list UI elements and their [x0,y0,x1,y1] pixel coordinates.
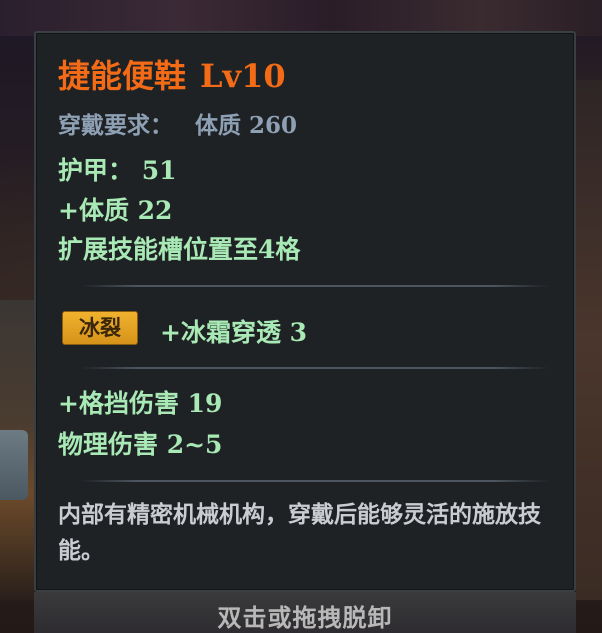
enchant-tag: 冰裂 [62,311,138,345]
item-description: 内部有精密机械机构，穿戴后能够灵活的施放技能。 [58,501,541,564]
requirement-label: 穿戴要求： [58,112,173,139]
requirement-value: 体质 260 [195,112,298,139]
stat-armor: 护甲： 51 [58,156,177,185]
item-name: 捷能便鞋 [58,57,187,95]
stat-frost-penetration: +冰霜穿透 3 [160,318,308,347]
divider [81,285,549,287]
divider [81,480,549,482]
equip-requirement: 穿戴要求： 体质 260 [58,106,297,140]
item-level: Lv10 [200,57,286,95]
stat-skill-slots: 扩展技能槽位置至4格 [58,235,301,264]
stat-constitution: +体质 22 [58,196,173,225]
stat-block-damage: +格挡伤害 19 [58,389,223,418]
background-scene-right [576,80,602,600]
unequip-hint[interactable]: 双击或拖拽脱卸 [34,598,576,633]
item-tooltip: 捷能便鞋 Lv10 穿戴要求： 体质 260 护甲： 51 +体质 22 扩展技能槽… [34,31,576,592]
item-title: 捷能便鞋 Lv10 [58,51,286,97]
divider [81,367,549,369]
stat-physical-damage: 物理伤害 2~5 [58,430,223,459]
background-metal-object [0,430,28,500]
